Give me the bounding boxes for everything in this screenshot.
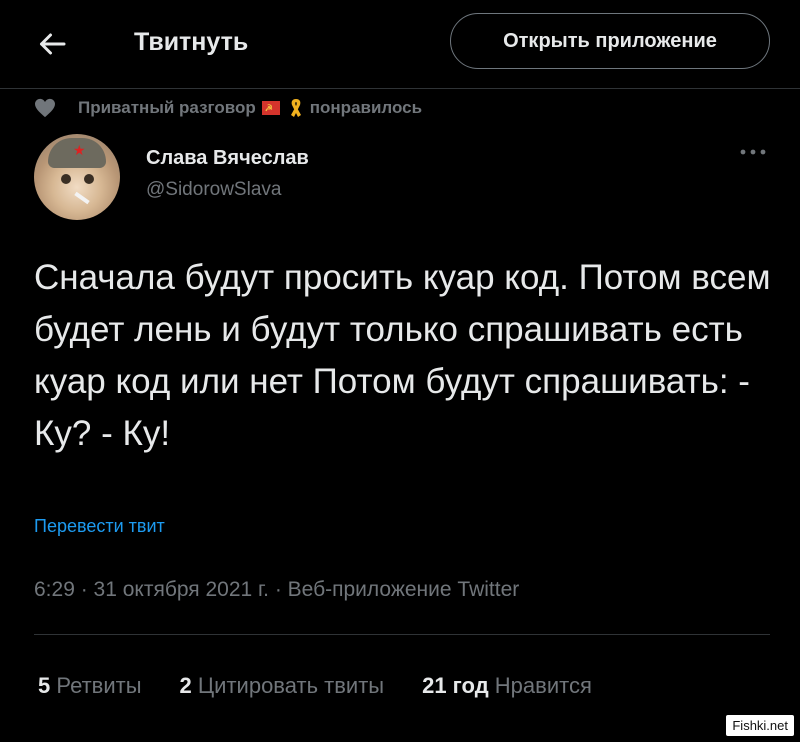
tweet-meta: 6:29 · 31 октября 2021 г. · Веб-приложен… bbox=[34, 578, 520, 601]
page-title: Твитнуть bbox=[134, 28, 249, 56]
header-divider bbox=[0, 88, 800, 89]
top-bar: Твитнуть Открыть приложение bbox=[0, 0, 800, 88]
eye-icon bbox=[61, 174, 71, 184]
quote-tweets-stat[interactable]: 2 Цитировать твиты bbox=[180, 673, 385, 699]
cigarette-icon bbox=[74, 191, 90, 205]
liked-text: понравилось bbox=[309, 98, 423, 117]
social-context[interactable]: Приватный разговор ☭ понравилось bbox=[34, 96, 422, 120]
author-handle[interactable]: @SidorowSlava bbox=[146, 179, 281, 201]
tweet-text: Сначала будут просить куар код. Потом вс… bbox=[34, 258, 771, 453]
avatar[interactable]: ★ bbox=[34, 134, 120, 220]
open-app-button[interactable]: Открыть приложение bbox=[450, 13, 770, 69]
star-icon: ★ bbox=[73, 142, 86, 158]
ribbon-icon bbox=[290, 99, 301, 117]
heart-icon bbox=[35, 98, 55, 118]
back-arrow-icon[interactable] bbox=[34, 26, 70, 62]
eye-icon bbox=[84, 174, 94, 184]
hammer-sickle-flag-icon: ☭ bbox=[261, 101, 280, 115]
tweet-stats: 5 Ретвиты 2 Цитировать твиты 21 год Нрав… bbox=[38, 673, 630, 699]
watermark: Fishki.net bbox=[726, 715, 794, 736]
author-name[interactable]: Слава Вячеслав bbox=[146, 147, 309, 170]
more-options-icon[interactable] bbox=[738, 146, 768, 158]
retweets-stat[interactable]: 5 Ретвиты bbox=[38, 673, 142, 699]
chat-name: Приватный разговор bbox=[78, 98, 256, 117]
stats-divider bbox=[34, 634, 770, 635]
likes-stat[interactable]: 21 год Нравится bbox=[422, 673, 592, 699]
translate-link[interactable]: Перевести твит bbox=[34, 516, 165, 537]
